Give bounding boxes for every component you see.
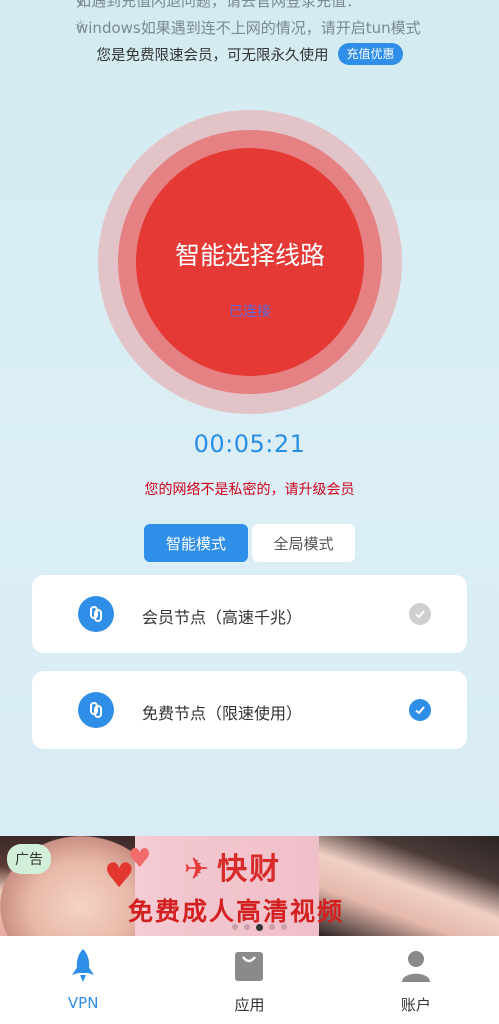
- carousel-dot: [269, 924, 275, 930]
- member-status-bar: 您是免费限速会员，可无限永久使用 充值优惠: [0, 40, 499, 68]
- nav-item-account[interactable]: 账户: [333, 936, 499, 1024]
- unchecked-icon[interactable]: [409, 603, 431, 625]
- ad-logo: ✈ 快财: [184, 844, 281, 888]
- connection-status: 已连接: [229, 304, 271, 320]
- shopping-bag-icon: [231, 946, 267, 986]
- notice-marquee: ♆ 如遇到充值闪退问题，请去官网登录充值： ☼ windows如果遇到连不上网的…: [0, 0, 499, 40]
- privacy-warning: 您的网络不是私密的，请升级会员: [144, 482, 355, 498]
- ad-logo-text: 快财: [217, 852, 282, 887]
- nav-label: 账户: [400, 996, 431, 1014]
- tab-global-mode[interactable]: 全局模式: [252, 524, 355, 562]
- heart-icon: ♥: [128, 844, 152, 874]
- rocket-logo-icon: ✈: [184, 852, 212, 887]
- checked-icon[interactable]: [409, 699, 431, 721]
- notice-line: 如遇到充值闪退问题，请去官网登录充值：: [76, 0, 362, 10]
- recharge-button[interactable]: 充值优惠: [338, 43, 403, 65]
- node-option-free[interactable]: 免费节点（限速使用）: [32, 671, 467, 749]
- ad-photo-right: [319, 836, 499, 936]
- carousel-dot-active: [256, 924, 263, 931]
- connect-route-label[interactable]: 智能选择线路: [136, 236, 364, 272]
- tab-smart-mode[interactable]: 智能模式: [144, 524, 248, 562]
- nav-label: VPN: [67, 994, 99, 1012]
- link-icon: [78, 596, 114, 632]
- ad-slogan: 免费成人高清视频: [128, 897, 345, 926]
- nav-item-apps[interactable]: 应用: [166, 936, 332, 1024]
- node-label: 免费节点（限速使用）: [142, 704, 303, 723]
- node-label: 会员节点（高速千兆）: [142, 608, 303, 627]
- member-status-text: 您是免费限速会员，可无限永久使用: [96, 47, 329, 64]
- nav-item-vpn[interactable]: VPN: [0, 936, 166, 1024]
- nav-label: 应用: [234, 996, 265, 1014]
- link-icon: [78, 692, 114, 728]
- notice-line: windows如果遇到连不上网的情况，请开启tun模式: [76, 19, 421, 37]
- user-icon: [398, 946, 434, 986]
- mode-switch: 智能模式 全局模式: [144, 524, 355, 562]
- rocket-icon: [65, 946, 101, 986]
- node-option-member[interactable]: 会员节点（高速千兆）: [32, 575, 467, 653]
- ad-banner[interactable]: 广告 ♥ ♥ ✈ 快财 免费成人高清视频: [0, 836, 499, 936]
- carousel-dot: [232, 924, 238, 930]
- carousel-dot: [244, 924, 250, 930]
- ad-carousel-indicator: [232, 924, 287, 931]
- connection-timer: 00:05:21: [193, 430, 306, 458]
- bottom-navigation: VPN 应用 账户: [0, 936, 499, 1024]
- ad-tag: 广告: [7, 844, 51, 874]
- carousel-dot: [281, 924, 287, 930]
